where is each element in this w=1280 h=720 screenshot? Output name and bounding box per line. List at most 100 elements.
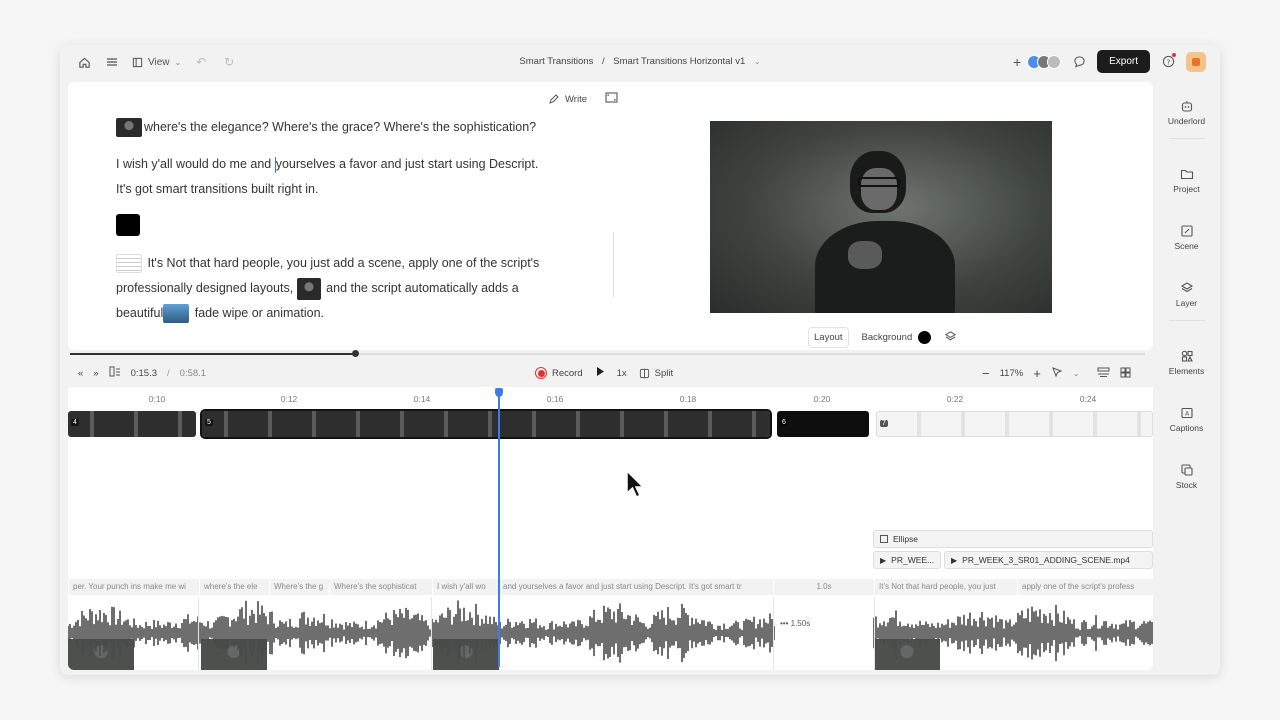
chevron-down-icon[interactable]: ⌄ [1073,369,1080,378]
timeline-view-icon[interactable] [1097,367,1110,381]
skip-forward-icon[interactable]: » [93,368,98,379]
comment-icon[interactable] [1071,54,1087,70]
video-layer-clip[interactable]: ▶ PR_WEEK_3_SR01_ADDING_SCENE.mp4 [944,551,1153,569]
transport-left: « » 0:15.3 / 0:58.1 [78,366,206,380]
layout-button[interactable]: Layout [808,327,849,348]
cursor-tool-icon[interactable] [1051,366,1063,381]
panel-label: Captions [1169,423,1204,433]
video-preview[interactable] [710,121,1052,313]
script-text[interactable]: where's the elegance? Where's the grace?… [116,115,566,326]
user-avatar[interactable] [1186,51,1206,72]
play-icon[interactable] [595,366,605,380]
fullscreen-icon[interactable] [605,92,618,106]
transcript-word[interactable]: Where's the sophisticat [329,579,432,595]
notification-dot [1172,52,1176,57]
record-button[interactable]: Record [535,367,583,379]
export-button[interactable]: Export [1097,50,1150,73]
transcript-word[interactable]: I wish y'all wo [432,579,498,595]
playhead[interactable] [498,392,500,667]
grid-view-icon[interactable] [1120,367,1131,381]
script-line[interactable]: where's the elegance? Where's the grace?… [116,115,566,140]
skip-back-icon[interactable]: « [78,368,83,379]
transcript-word[interactable]: per. Your punch ins make me wi [68,579,199,595]
layer-label: Ellipse [893,534,919,544]
script-sentence[interactable]: professionally designed layouts, [116,281,293,295]
preview-figure-hands [848,241,882,269]
script-sentence[interactable]: It's Not that hard people, you just add … [147,256,539,270]
panel-project[interactable]: Project [1153,167,1220,194]
help-icon[interactable]: ? [1160,52,1176,70]
transcript-word[interactable]: and yourselves a favor and just start us… [498,579,773,595]
panel-scene[interactable]: Scene [1153,224,1220,251]
script-paragraph[interactable]: It's Not that hard people, you just add … [116,251,566,326]
breadcrumb-composition[interactable]: Smart Transitions Horizontal v1 [613,56,745,67]
audio-track[interactable]: ••• 1.50s [68,597,1153,670]
script-sentence[interactable]: where's the elegance? Where's the grace?… [144,120,536,134]
clip-boundary [874,597,875,670]
layer-label: PR_WEEK_3_SR01_ADDING_SCENE.mp4 [962,555,1130,565]
script-paragraph[interactable]: I wish y'all would do me and yourselves … [116,152,566,202]
playback-progress-fill [70,353,355,355]
script-sentence[interactable]: and the script automatically adds a [326,281,518,295]
script-sentence[interactable]: beautiful [116,306,163,320]
zoom-out-icon[interactable]: − [982,366,990,381]
transcript-word[interactable]: where's the ele [199,579,269,595]
record-label: Record [552,367,583,379]
playback-progress-handle[interactable] [352,350,359,357]
robot-icon [1181,101,1192,112]
breadcrumb-project[interactable]: Smart Transitions [519,56,593,67]
preview-figure-glasses [858,177,900,187]
scene-marker[interactable] [116,214,566,239]
avatar [1047,54,1062,69]
chevron-down-icon[interactable]: ⌄ [754,57,761,66]
layers-icon[interactable] [944,330,957,346]
scene-clip[interactable]: 6 [777,411,869,437]
zoom-in-icon[interactable]: + [1033,366,1041,381]
inline-image[interactable] [296,277,321,300]
scene-thumbnail[interactable] [116,254,142,274]
black-scene-thumbnail[interactable] [116,214,140,236]
panel-captions[interactable]: A Captions [1153,406,1220,433]
split-button[interactable]: Split [639,368,673,379]
video-layer-clip[interactable]: ▶ PR_WEE... [873,551,941,569]
ellipse-layer[interactable]: Ellipse [873,530,1153,548]
divider [1169,320,1205,321]
transcript-word[interactable]: apply one of the script's profess [1017,579,1153,595]
panel-label: Scene [1174,241,1199,251]
folder-icon [1180,169,1193,180]
script-sentence[interactable]: I wish y'all would do me and [116,157,275,171]
gap-duration[interactable]: ••• 1.50s [780,619,810,628]
preview-figure-body [815,221,955,313]
scene-clip-selected[interactable]: 5 [200,409,772,439]
record-icon [535,367,547,379]
transcript-gap[interactable]: 1.0s [773,579,874,595]
write-button[interactable]: Write [548,93,587,105]
right-panel: Underlord Project Scene Layer Elements A… [1153,82,1220,675]
scene-clip[interactable]: 4 [68,411,196,437]
transcript-word[interactable]: It's Not that hard people, you just [874,579,1017,595]
playhead-handle[interactable] [495,388,503,397]
script-sentence[interactable]: It's got smart transitions built right i… [116,177,566,202]
script-sentence[interactable]: fade wipe or animation. [195,306,324,320]
elements-icon [1181,350,1193,362]
chapters-icon[interactable] [109,366,121,380]
scene-clip[interactable]: 7 [876,411,1153,437]
scene-thumbnail[interactable] [116,118,142,138]
timeline-ruler[interactable]: 0:10 0:12 0:14 0:16 0:18 0:20 0:22 0:24 [68,387,1153,407]
inline-image[interactable] [163,304,190,324]
add-icon[interactable]: + [1009,54,1025,70]
panel-label: Underlord [1167,116,1206,126]
background-button[interactable]: Background [857,327,937,348]
transcript-word[interactable]: Where's the g [269,579,329,595]
panel-elements[interactable]: Elements [1153,349,1220,376]
script-sentence[interactable]: yourselves a favor and just start using … [276,157,539,171]
collaborators[interactable] [1027,54,1062,69]
timeline[interactable]: 0:10 0:12 0:14 0:16 0:18 0:20 0:22 0:24 … [68,387,1153,670]
panel-stock[interactable]: Stock [1153,463,1220,490]
speed-button[interactable]: 1x [617,368,627,379]
pen-icon [549,94,559,104]
script-scrollbar[interactable] [613,232,614,297]
layers-icon [1180,282,1193,293]
panel-layer[interactable]: Layer [1153,281,1220,308]
panel-underlord[interactable]: Underlord [1153,99,1220,126]
